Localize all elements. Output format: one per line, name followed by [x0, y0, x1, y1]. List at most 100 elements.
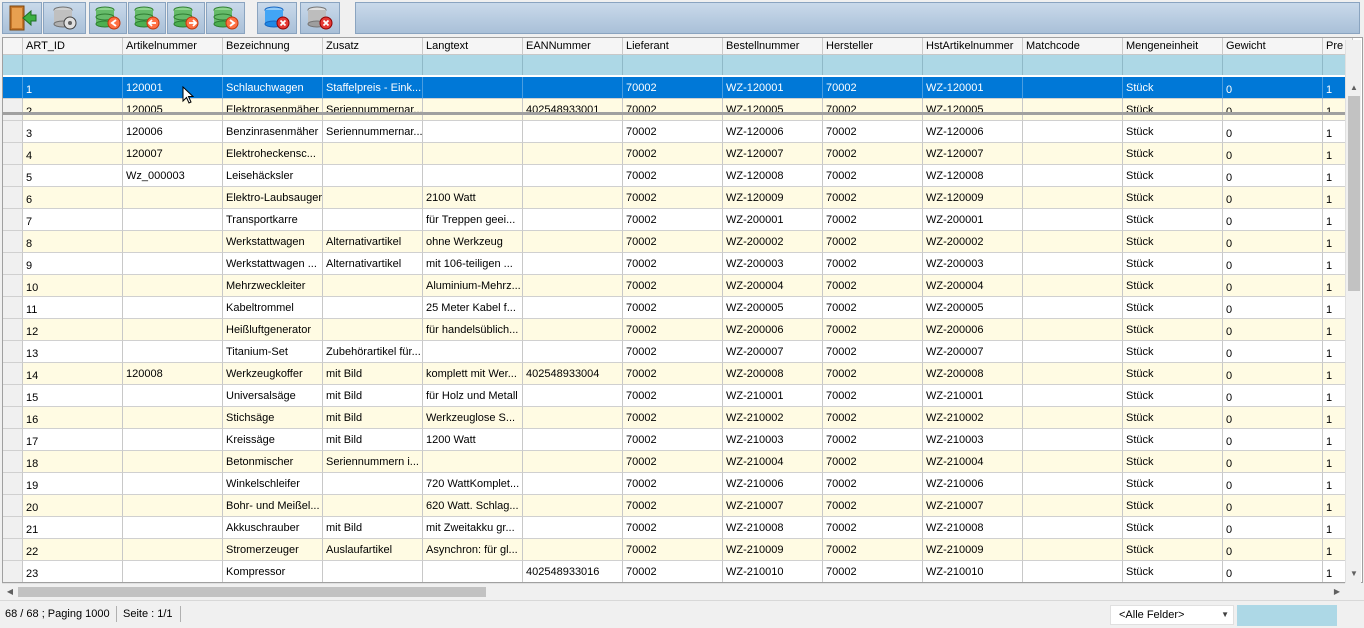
cell-eannummer[interactable] [523, 253, 623, 275]
cell-artikelnummer[interactable] [123, 495, 223, 517]
cell-artikelnummer[interactable]: 120005 [123, 99, 223, 121]
cell-artikelnummer[interactable] [123, 539, 223, 561]
cell-matchcode[interactable] [1023, 143, 1123, 165]
table-row[interactable]: 17 Kreissäge mit Bild 1200 Watt 70002 WZ-2100… [3, 429, 1353, 451]
cell-hstartikelnummer[interactable]: WZ-210004 [923, 451, 1023, 473]
row-selector[interactable] [3, 165, 23, 187]
cell-mengeneinheit[interactable]: Stück [1123, 385, 1223, 407]
cell-matchcode[interactable] [1023, 473, 1123, 495]
cell-lieferant[interactable]: 70002 [623, 231, 723, 253]
cell-hstartikelnummer[interactable]: WZ-210001 [923, 385, 1023, 407]
cell-zusatz[interactable]: mit Bild [323, 429, 423, 451]
cell-gewicht[interactable]: 0 [1223, 187, 1323, 209]
row-selector[interactable] [3, 99, 23, 121]
cell-gewicht[interactable]: 0 [1223, 363, 1323, 385]
cell-eannummer[interactable] [523, 407, 623, 429]
cell-langtext[interactable]: ohne Werkzeug [423, 231, 523, 253]
column-header-bezeichnung[interactable]: Bezeichnung [223, 38, 323, 55]
cell-eannummer[interactable]: 402548933004 [523, 363, 623, 385]
table-row[interactable]: 16 Stichsäge mit Bild Werkzeuglose S... 7000… [3, 407, 1353, 429]
cell-art-id[interactable]: 18 [23, 451, 123, 473]
table-row[interactable]: 20 Bohr- und Meißel... 620 Watt. Schlag...… [3, 495, 1353, 517]
cell-hersteller[interactable]: 70002 [823, 143, 923, 165]
cell-zusatz[interactable]: Zubehörartikel für... [323, 341, 423, 363]
cell-eannummer[interactable] [523, 209, 623, 231]
cell-mengeneinheit[interactable]: Stück [1123, 319, 1223, 341]
table-row[interactable]: 7 Transportkarre für Treppen geei... 70002 W… [3, 209, 1353, 231]
cell-gewicht[interactable]: 0 [1223, 495, 1323, 517]
cell-art-id[interactable]: 11 [23, 297, 123, 319]
cell-hstartikelnummer[interactable]: WZ-200005 [923, 297, 1023, 319]
cell-eannummer[interactable] [523, 231, 623, 253]
column-header-bestellnummer[interactable]: Bestellnummer [723, 38, 823, 55]
cell-zusatz[interactable] [323, 275, 423, 297]
filter-cell-eannummer[interactable] [523, 55, 623, 75]
cell-mengeneinheit[interactable]: Stück [1123, 473, 1223, 495]
cell-bestellnummer[interactable]: WZ-120009 [723, 187, 823, 209]
cell-bestellnummer[interactable]: WZ-210006 [723, 473, 823, 495]
cell-zusatz[interactable]: Seriennummernar... [323, 121, 423, 143]
cell-artikelnummer[interactable] [123, 275, 223, 297]
filter-cell-matchcode[interactable] [1023, 55, 1123, 75]
cell-artikelnummer[interactable] [123, 451, 223, 473]
cell-lieferant[interactable]: 70002 [623, 99, 723, 121]
cell-gewicht[interactable]: 0 [1223, 297, 1323, 319]
cell-langtext[interactable]: Werkzeuglose S... [423, 407, 523, 429]
cell-art-id[interactable]: 16 [23, 407, 123, 429]
cell-mengeneinheit[interactable]: Stück [1123, 77, 1223, 99]
cell-bestellnummer[interactable]: WZ-200003 [723, 253, 823, 275]
cell-bezeichnung[interactable]: Betonmischer [223, 451, 323, 473]
cell-hersteller[interactable]: 70002 [823, 231, 923, 253]
row-selector[interactable] [3, 253, 23, 275]
filter-cell-lieferant[interactable] [623, 55, 723, 75]
cell-hersteller[interactable]: 70002 [823, 407, 923, 429]
cell-langtext[interactable]: 2100 Watt [423, 187, 523, 209]
cell-lieferant[interactable]: 70002 [623, 429, 723, 451]
cell-mengeneinheit[interactable]: Stück [1123, 143, 1223, 165]
cell-zusatz[interactable]: mit Bild [323, 517, 423, 539]
row-selector[interactable] [3, 231, 23, 253]
cell-lieferant[interactable]: 70002 [623, 143, 723, 165]
row-selector[interactable] [3, 517, 23, 539]
cell-bestellnummer[interactable]: WZ-210007 [723, 495, 823, 517]
cell-art-id[interactable]: 20 [23, 495, 123, 517]
table-row[interactable]: 3 120006 Benzinrasenmäher Seriennummernar..… [3, 121, 1353, 143]
row-selector[interactable] [3, 407, 23, 429]
cell-bestellnummer[interactable]: WZ-210009 [723, 539, 823, 561]
cell-gewicht[interactable]: 0 [1223, 561, 1323, 582]
cell-lieferant[interactable]: 70002 [623, 363, 723, 385]
cell-hersteller[interactable]: 70002 [823, 495, 923, 517]
table-row[interactable]: 21 Akkuschrauber mit Bild mit Zweitakku gr.… [3, 517, 1353, 539]
cell-langtext[interactable] [423, 77, 523, 99]
cell-hersteller[interactable]: 70002 [823, 385, 923, 407]
cell-gewicht[interactable]: 0 [1223, 517, 1323, 539]
table-row[interactable]: 4 120007 Elektroheckensc... 70002 WZ-120007 7… [3, 143, 1353, 165]
cell-matchcode[interactable] [1023, 429, 1123, 451]
cell-gewicht[interactable]: 0 [1223, 165, 1323, 187]
cell-zusatz[interactable] [323, 165, 423, 187]
filter-cell-gewicht[interactable] [1223, 55, 1323, 75]
column-header-lieferant[interactable]: Lieferant [623, 38, 723, 55]
table-row[interactable]: 8 Werkstattwagen Alternativartikel ohne Wer… [3, 231, 1353, 253]
cell-hersteller[interactable]: 70002 [823, 363, 923, 385]
cell-mengeneinheit[interactable]: Stück [1123, 99, 1223, 121]
cell-matchcode[interactable] [1023, 121, 1123, 143]
row-selector[interactable] [3, 429, 23, 451]
last-record-button[interactable] [206, 2, 245, 34]
cell-bezeichnung[interactable]: Stichsäge [223, 407, 323, 429]
cell-matchcode[interactable] [1023, 253, 1123, 275]
cell-artikelnummer[interactable] [123, 407, 223, 429]
cell-zusatz[interactable]: Seriennummern i... [323, 451, 423, 473]
first-record-button[interactable] [89, 2, 127, 34]
vertical-scroll-thumb[interactable] [1348, 96, 1360, 291]
cell-hstartikelnummer[interactable]: WZ-120008 [923, 165, 1023, 187]
cell-hstartikelnummer[interactable]: WZ-120006 [923, 121, 1023, 143]
cell-langtext[interactable] [423, 451, 523, 473]
cell-zusatz[interactable] [323, 209, 423, 231]
cell-gewicht[interactable]: 0 [1223, 209, 1323, 231]
cell-hstartikelnummer[interactable]: WZ-200003 [923, 253, 1023, 275]
cell-hstartikelnummer[interactable]: WZ-210006 [923, 473, 1023, 495]
table-row[interactable]: 2120005ElektrorasenmäherSeriennummernar.… [3, 99, 1353, 121]
cell-mengeneinheit[interactable]: Stück [1123, 517, 1223, 539]
cell-eannummer[interactable] [523, 275, 623, 297]
